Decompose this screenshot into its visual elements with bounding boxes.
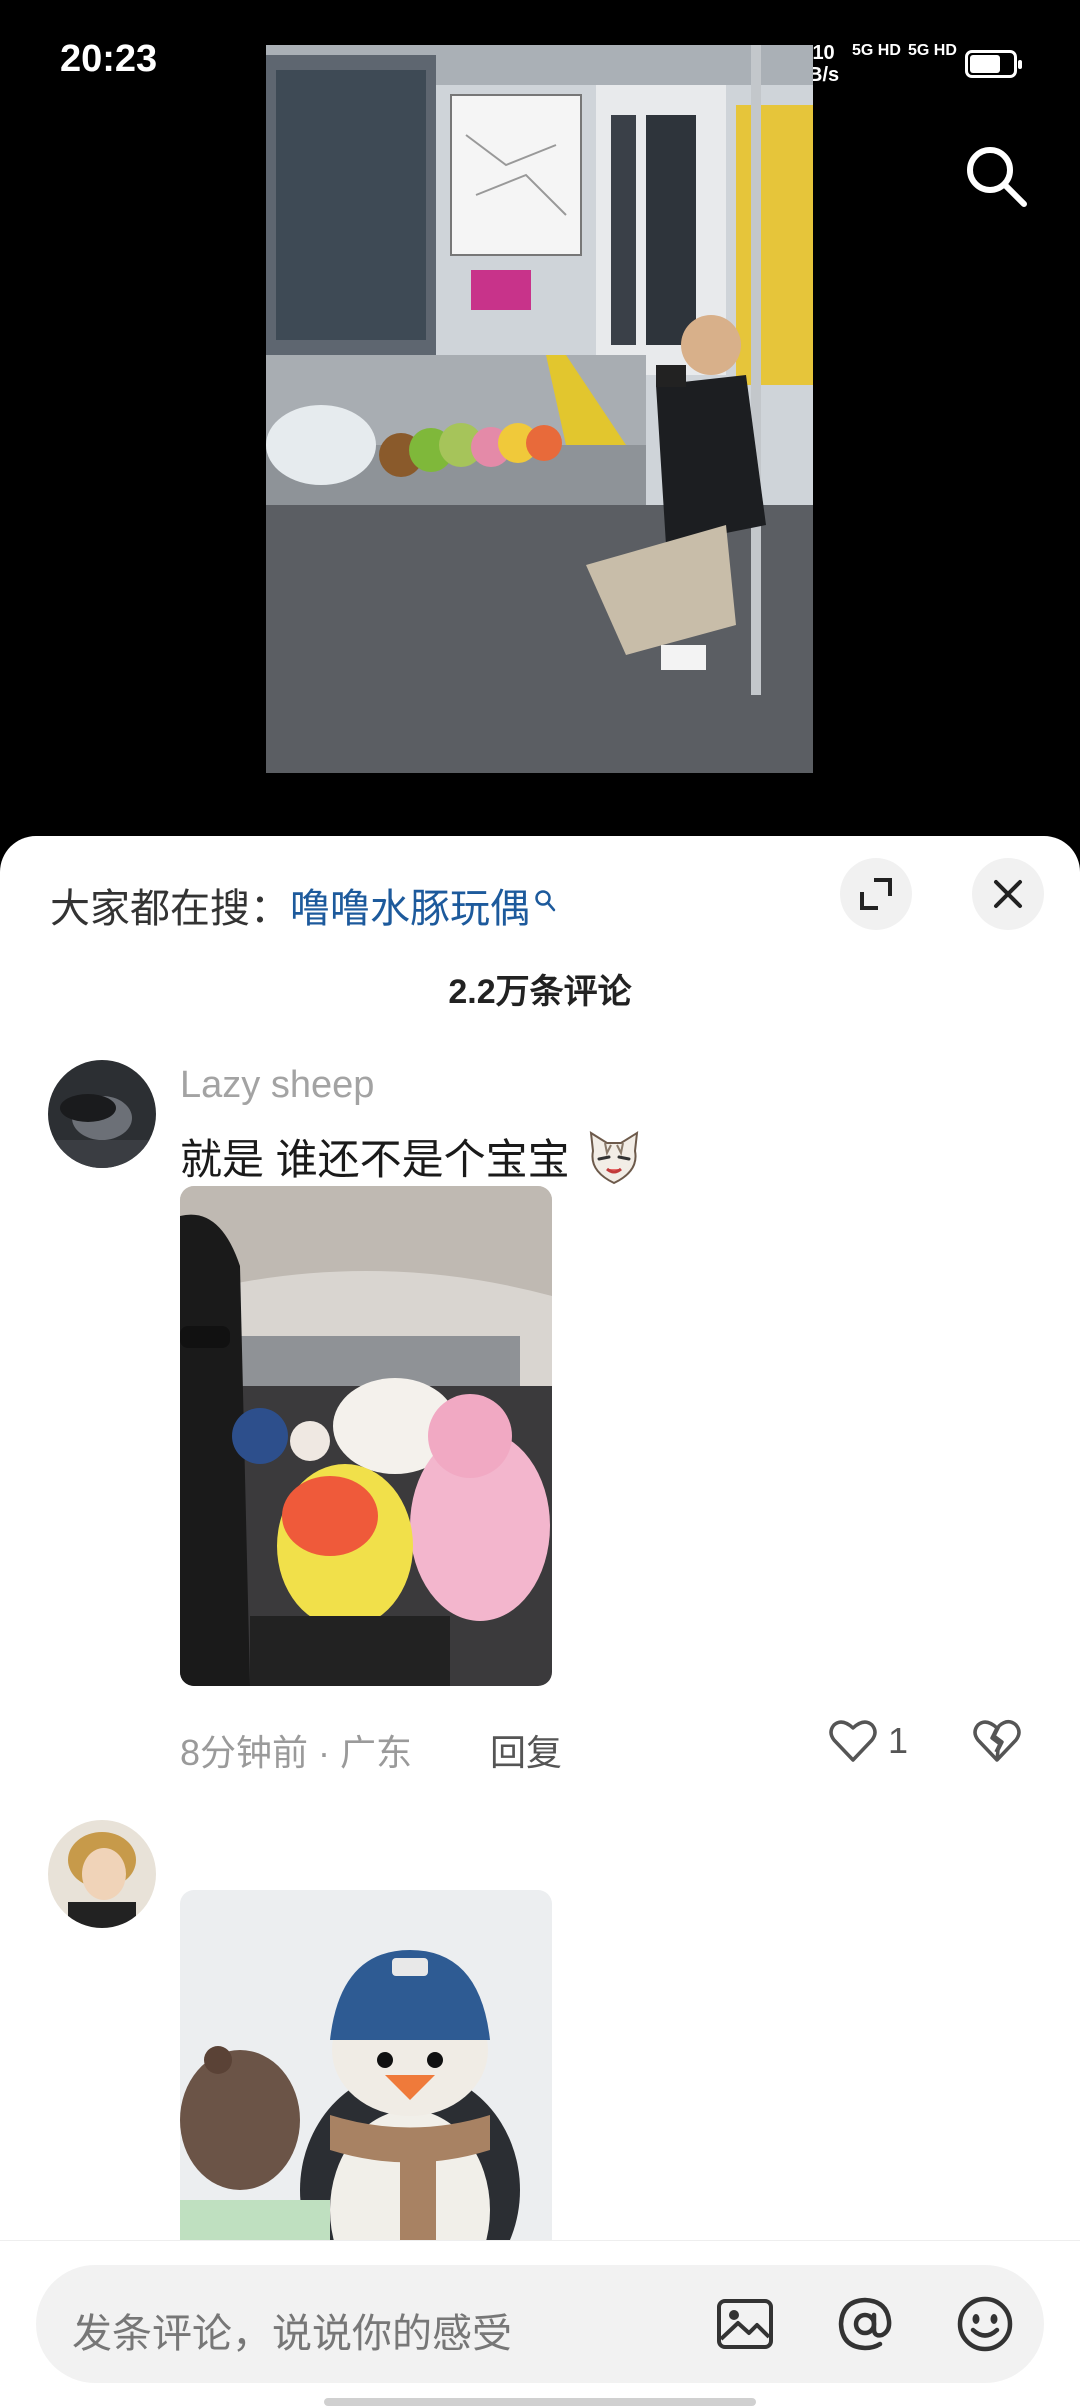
image-icon	[717, 2299, 773, 2349]
search-icon	[967, 147, 1027, 207]
heart-icon	[829, 1720, 877, 1762]
mention-button[interactable]	[834, 2293, 896, 2355]
comment-username[interactable]: Lazy sheep	[180, 1064, 374, 1107]
search-button[interactable]	[960, 140, 1032, 212]
close-button[interactable]	[972, 858, 1044, 930]
video-frame-image	[266, 45, 813, 773]
avatar[interactable]	[48, 1820, 156, 1928]
reply-button[interactable]: 回复	[490, 1724, 562, 1776]
comment-meta: 8分钟前 · 广东	[180, 1724, 412, 1776]
battery-icon	[965, 50, 1022, 78]
home-indicator[interactable]	[324, 2398, 756, 2406]
signal-1-label: 5G HD	[852, 42, 901, 59]
small-search-icon	[534, 878, 556, 923]
at-icon	[838, 2297, 892, 2351]
expand-button[interactable]	[840, 858, 912, 930]
emoji-button[interactable]	[954, 2293, 1016, 2355]
dislike-button[interactable]	[972, 1718, 1022, 1768]
hot-search-keyword[interactable]: 噜噜水豚玩偶	[290, 887, 530, 931]
like-count: 1	[888, 1720, 909, 1761]
comment-sheet: 大家都在搜：噜噜水豚玩偶 2.2万条评论 Lazy sheep 就是 谁还不是个…	[0, 836, 1080, 2408]
comment-image[interactable]	[180, 1186, 552, 1686]
penguin-plush-photo	[180, 1890, 552, 2250]
meta-separator: ·	[308, 1732, 341, 1773]
comment-input[interactable]: 发条评论，说说你的感受	[36, 2265, 1044, 2383]
cat-emoji-icon	[585, 1130, 643, 1195]
signal-2-label: 5G HD	[908, 42, 957, 59]
comment-input-placeholder: 发条评论，说说你的感受	[72, 2312, 512, 2356]
smiley-icon	[957, 2296, 1013, 2352]
user-avatar-image	[48, 1060, 156, 1168]
comment-count: 2.2万条评论	[448, 973, 632, 1011]
status-time: 20:23	[60, 38, 158, 80]
comment-time: 8分钟前	[180, 1732, 309, 1773]
image-button[interactable]	[714, 2293, 776, 2355]
comment-image[interactable]	[180, 1890, 552, 2250]
video-player[interactable]	[266, 45, 813, 773]
user-avatar-image	[48, 1820, 156, 1928]
expand-icon	[860, 878, 892, 910]
hot-search-bar[interactable]: 大家都在搜：噜噜水豚玩偶	[50, 876, 556, 934]
comment-input-bar: 发条评论，说说你的感受	[0, 2240, 1080, 2408]
avatar[interactable]	[48, 1060, 156, 1168]
comment-body: 就是 谁还不是个宝宝	[180, 1136, 570, 1183]
car-plush-photo	[180, 1186, 552, 1686]
hot-search-label: 大家都在搜：	[50, 887, 290, 931]
like-button[interactable]: 1	[828, 1718, 908, 1764]
comment-location: 广东	[340, 1732, 413, 1773]
comment-text: 就是 谁还不是个宝宝	[180, 1126, 643, 1195]
broken-heart-icon	[973, 1720, 1021, 1762]
close-icon	[994, 880, 1022, 908]
